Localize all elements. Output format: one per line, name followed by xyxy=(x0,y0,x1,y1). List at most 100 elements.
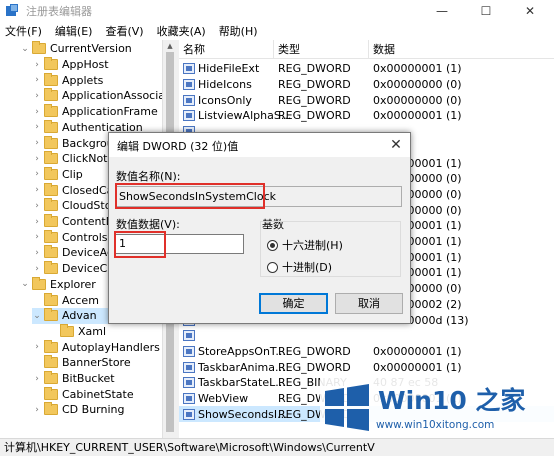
tree-item-label: CurrentVersion xyxy=(50,42,132,56)
value-type-cell: REG_DWORD xyxy=(278,344,351,358)
value-data-cell: 0x00000000 (0) xyxy=(373,93,462,107)
tree-item[interactable]: Accem xyxy=(32,292,99,308)
expand-chevron-right-icon[interactable]: › xyxy=(32,264,42,274)
cancel-button[interactable]: 取消 xyxy=(335,293,403,314)
expand-chevron-right-icon[interactable]: › xyxy=(32,405,42,415)
expand-chevron-down-icon[interactable]: ⌄ xyxy=(20,279,30,289)
tree-item-label: Xaml xyxy=(78,324,107,338)
expand-chevron-right-icon[interactable]: › xyxy=(32,91,42,101)
reg-value-icon xyxy=(183,408,195,420)
tree-item[interactable]: ⌄ CurrentVersion xyxy=(20,41,132,57)
expand-chevron-right-icon[interactable]: › xyxy=(32,138,42,148)
minimize-button[interactable]: — xyxy=(420,0,464,22)
status-bar-path: 计算机\HKEY_CURRENT_USER\Software\Microsoft… xyxy=(0,438,554,456)
value-name-text: StoreAppsOnT... xyxy=(198,344,286,358)
expand-chevron-right-icon[interactable]: › xyxy=(32,201,42,211)
dec-radio-option[interactable]: 十进制(D) xyxy=(267,259,332,275)
value-name-cell: StoreAppsOnT... xyxy=(183,345,286,358)
expand-chevron-down-icon[interactable]: ⌄ xyxy=(20,44,30,54)
folder-icon xyxy=(32,276,46,290)
menu-help[interactable]: 帮助(H) xyxy=(219,23,258,39)
menu-view[interactable]: 查看(V) xyxy=(105,23,143,39)
tree-item[interactable]: › ApplicationAssociatio xyxy=(32,88,176,104)
folder-icon xyxy=(60,323,74,337)
close-button[interactable]: ✕ xyxy=(508,0,552,22)
folder-icon xyxy=(44,166,58,180)
tree-item[interactable]: › Applets xyxy=(32,72,103,88)
list-row[interactable]: HideFileExt REG_DWORD 0x00000001 (1) xyxy=(179,61,554,77)
menu-favorites[interactable]: 收藏夹(A) xyxy=(157,23,206,39)
value-name-cell: HideFileExt xyxy=(183,62,259,75)
expand-chevron-right-icon[interactable]: › xyxy=(32,232,42,242)
scroll-up-icon[interactable]: ▲ xyxy=(163,40,177,52)
folder-icon xyxy=(44,245,58,259)
expand-chevron-right-icon[interactable]: › xyxy=(32,169,42,179)
header-type[interactable]: 类型 xyxy=(274,40,369,59)
menu-edit[interactable]: 编辑(E) xyxy=(55,23,93,39)
tree-item[interactable]: BannerStore xyxy=(32,355,131,371)
value-name-text: WebView xyxy=(198,392,249,406)
tree-item-label: CabinetState xyxy=(62,387,134,401)
ok-button[interactable]: 确定 xyxy=(259,293,328,314)
list-row[interactable]: TaskbarAnima... REG_DWORD 0x00000001 (1) xyxy=(179,359,554,375)
tree-item-label: DeviceAc xyxy=(62,246,113,260)
reg-value-icon xyxy=(183,63,195,75)
value-name-cell: WebView xyxy=(183,392,248,405)
value-data-cell: 0x00000001 (1) xyxy=(373,344,462,358)
tree-item[interactable]: › BitBucket xyxy=(32,371,115,387)
value-name-text: TaskbarAnima... xyxy=(198,360,286,374)
windows-logo-icon xyxy=(325,384,369,431)
tree-item[interactable]: Xaml xyxy=(48,323,107,340)
expand-chevron-right-icon[interactable]: › xyxy=(32,217,42,227)
expand-chevron-right-icon[interactable]: › xyxy=(32,185,42,195)
tree-item[interactable]: › DeviceCa xyxy=(32,261,114,277)
header-data[interactable]: 数据 xyxy=(369,40,554,59)
tree-item[interactable]: CabinetState xyxy=(32,386,134,402)
radio-unchecked-icon[interactable] xyxy=(267,261,278,273)
menu-file[interactable]: 文件(F) xyxy=(5,23,42,39)
tree-item[interactable]: › Backgrou xyxy=(32,135,114,151)
expand-chevron-right-icon[interactable]: › xyxy=(32,154,42,164)
expand-chevron-down-icon[interactable]: ⌄ xyxy=(32,311,42,321)
reg-value-icon xyxy=(183,393,195,405)
tree-item[interactable]: ⌄ Explorer xyxy=(20,276,96,293)
tree-item[interactable]: › ClosedCa xyxy=(32,182,113,198)
radio-checked-icon[interactable] xyxy=(267,239,278,251)
list-row[interactable]: StoreAppsOnT... REG_DWORD 0x00000001 (1) xyxy=(179,344,554,360)
value-name-text: TaskbarStateL... xyxy=(198,376,286,390)
expand-chevron-right-icon[interactable]: › xyxy=(32,75,42,85)
list-row[interactable] xyxy=(179,328,554,344)
value-type-cell: REG_DWORD xyxy=(278,109,351,123)
folder-icon xyxy=(44,402,58,416)
list-row[interactable]: IconsOnly REG_DWORD 0x00000000 (0) xyxy=(179,92,554,108)
expand-chevron-right-icon[interactable]: › xyxy=(32,60,42,70)
value-data-cell: 0x00000001 (1) xyxy=(373,62,462,76)
tree-item[interactable]: › AppHost xyxy=(32,57,109,73)
expand-chevron-right-icon[interactable]: › xyxy=(32,248,42,258)
expand-chevron-right-icon[interactable]: › xyxy=(32,342,42,352)
tree-item[interactable]: › CloudSto xyxy=(32,198,111,214)
tree-item[interactable]: › ApplicationFrame xyxy=(32,104,158,120)
list-row[interactable]: HideIcons REG_DWORD 0x00000000 (0) xyxy=(179,77,554,93)
value-name-cell: TaskbarAnima... xyxy=(183,361,285,374)
folder-icon xyxy=(44,104,58,118)
tree-item-label: ApplicationAssociatio xyxy=(62,89,176,103)
hex-radio-option[interactable]: 十六进制(H) xyxy=(267,237,343,253)
tree-item[interactable]: › ContentD xyxy=(32,214,114,230)
tree-item[interactable]: › AutoplayHandlers xyxy=(32,339,160,355)
folder-icon xyxy=(44,229,58,243)
expand-chevron-right-icon[interactable]: › xyxy=(32,374,42,384)
value-name-text: HideIcons xyxy=(198,78,252,92)
list-row[interactable]: ListviewAlphaS... REG_DWORD 0x00000001 (1) xyxy=(179,108,554,124)
tree-item[interactable]: › Controls xyxy=(32,229,108,245)
tree-item[interactable]: › DeviceAc xyxy=(32,245,113,261)
header-name[interactable]: 名称 xyxy=(179,40,274,59)
maximize-button[interactable]: ☐ xyxy=(464,0,508,22)
dialog-close-icon[interactable]: ✕ xyxy=(386,135,406,155)
tree-item[interactable]: › CD Burning xyxy=(32,402,124,418)
tree-item[interactable]: › ClickNote xyxy=(32,151,114,167)
tree-item[interactable]: › Clip xyxy=(32,166,83,183)
hex-radio-label: 十六进制(H) xyxy=(282,239,343,252)
expand-chevron-right-icon[interactable]: › xyxy=(32,122,42,132)
expand-chevron-right-icon[interactable]: › xyxy=(32,107,42,117)
